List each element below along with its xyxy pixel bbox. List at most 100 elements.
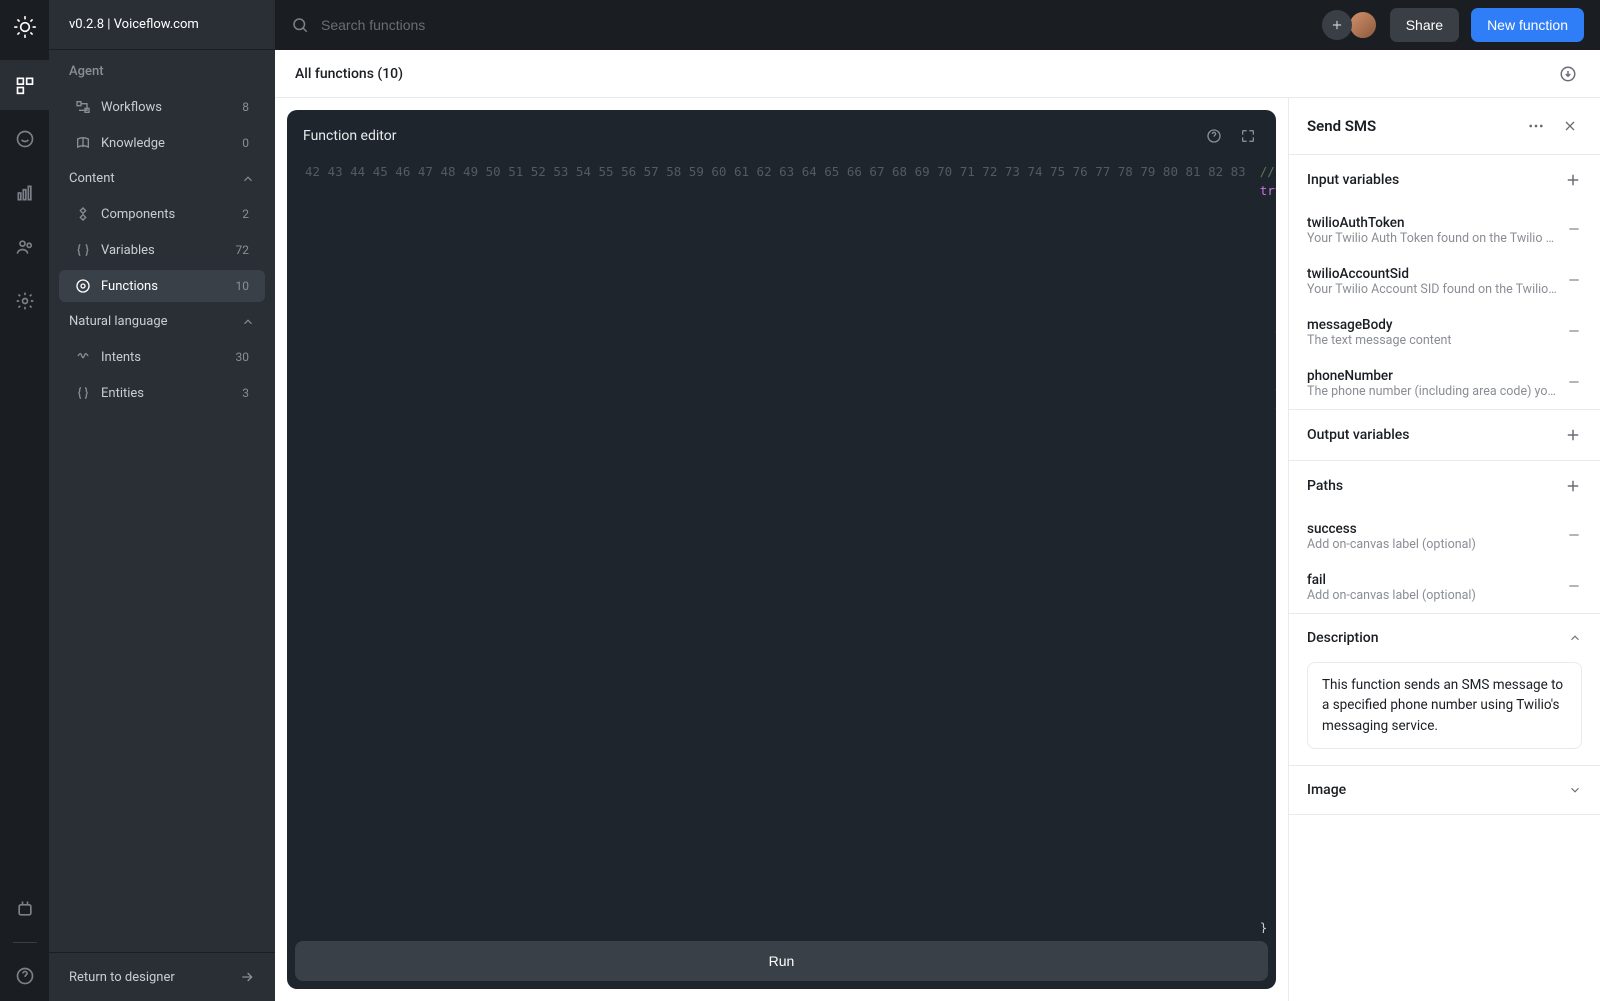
sidebar-item-functions[interactable]: Functions 10 xyxy=(59,270,265,302)
components-icon xyxy=(75,206,91,222)
expand-icon[interactable] xyxy=(1236,124,1260,148)
add-path-button[interactable] xyxy=(1564,477,1582,495)
download-icon[interactable] xyxy=(1556,62,1580,86)
rail-analytics[interactable] xyxy=(0,168,49,218)
chevron-up-icon xyxy=(241,315,255,329)
paths-title: Paths xyxy=(1307,478,1343,494)
content-header: All functions (10) xyxy=(275,50,1600,98)
rail-help[interactable] xyxy=(0,951,49,1001)
app-logo xyxy=(12,14,38,40)
path-row[interactable]: successAdd on-canvas label (optional) xyxy=(1289,511,1600,562)
sidebar-item-variables[interactable]: Variables 72 xyxy=(59,234,265,266)
input-var-row[interactable]: twilioAccountSidYour Twilio Account SID … xyxy=(1289,256,1600,307)
input-var-row[interactable]: phoneNumberThe phone number (including a… xyxy=(1289,358,1600,409)
sidebar-item-workflows[interactable]: Workflows 8 xyxy=(59,91,265,123)
sidebar-count: 30 xyxy=(236,350,250,364)
input-var-row[interactable]: twilioAuthTokenYour Twilio Auth Token fo… xyxy=(1289,205,1600,256)
sidebar-nl-header[interactable]: Natural language xyxy=(49,304,275,339)
rail-designer[interactable] xyxy=(0,60,49,110)
sidebar-label: Knowledge xyxy=(101,136,232,151)
input-var-name: twilioAuthToken xyxy=(1307,215,1558,231)
description-header[interactable]: Description xyxy=(1289,614,1600,662)
sidebar-count: 10 xyxy=(236,279,250,293)
editor-header: Function editor xyxy=(287,110,1276,162)
input-var-sub: Your Twilio Auth Token found on the Twil… xyxy=(1307,231,1558,246)
input-var-sub: The phone number (including area code) y… xyxy=(1307,384,1558,399)
sidebar-label: Intents xyxy=(101,350,226,365)
entities-icon xyxy=(75,385,91,401)
icon-rail xyxy=(0,0,49,1001)
editor-column: Function editor 42 43 44 45 46 47 48 49 … xyxy=(275,98,1288,1001)
rail-chat[interactable] xyxy=(0,114,49,164)
sidebar-item-components[interactable]: Components 2 xyxy=(59,198,265,230)
add-member-button[interactable] xyxy=(1322,10,1352,40)
app-version-title: v0.2.8 | Voiceflow.com xyxy=(49,0,275,50)
sidebar-label: Workflows xyxy=(101,100,232,115)
all-functions-title: All functions (10) xyxy=(295,66,403,82)
more-icon[interactable] xyxy=(1524,114,1548,138)
run-button[interactable]: Run xyxy=(295,941,1268,981)
paths-header: Paths xyxy=(1289,461,1600,511)
rail-team[interactable] xyxy=(0,222,49,272)
line-gutter: 42 43 44 45 46 47 48 49 50 51 52 53 54 5… xyxy=(287,162,1260,933)
remove-input-icon[interactable] xyxy=(1566,323,1582,343)
path-name: fail xyxy=(1307,572,1558,588)
input-vars-header: Input variables xyxy=(1289,155,1600,205)
workflow-icon xyxy=(75,99,91,115)
code-lines: // Send the SMS message using Twilio's A… xyxy=(1260,162,1276,933)
chevron-down-icon xyxy=(1568,783,1582,797)
share-button[interactable]: Share xyxy=(1390,8,1459,42)
sidebar-item-intents[interactable]: Intents 30 xyxy=(59,341,265,373)
remove-path-icon[interactable] xyxy=(1566,527,1582,547)
sidebar-count: 0 xyxy=(242,136,249,150)
add-input-var-button[interactable] xyxy=(1564,171,1582,189)
intents-icon xyxy=(75,349,91,365)
path-name: success xyxy=(1307,521,1558,537)
sidebar-count: 8 xyxy=(242,100,249,114)
sidebar-item-knowledge[interactable]: Knowledge 0 xyxy=(59,127,265,159)
return-label: Return to designer xyxy=(69,970,175,985)
input-var-name: phoneNumber xyxy=(1307,368,1558,384)
close-icon[interactable] xyxy=(1558,114,1582,138)
path-sub: Add on-canvas label (optional) xyxy=(1307,588,1558,603)
description-text[interactable]: This function sends an SMS message to a … xyxy=(1307,662,1582,749)
remove-path-icon[interactable] xyxy=(1566,578,1582,598)
editor-title: Function editor xyxy=(303,128,1192,144)
user-avatar[interactable] xyxy=(1348,10,1378,40)
sidebar-item-entities[interactable]: Entities 3 xyxy=(59,377,265,409)
avatar-group xyxy=(1322,10,1378,40)
sidebar-nl-title: Natural language xyxy=(69,314,168,329)
input-var-name: twilioAccountSid xyxy=(1307,266,1558,282)
sidebar-count: 72 xyxy=(236,243,250,257)
return-to-designer[interactable]: Return to designer xyxy=(49,952,275,1001)
chevron-up-icon xyxy=(1568,631,1582,645)
add-output-var-button[interactable] xyxy=(1564,426,1582,444)
sidebar-label: Variables xyxy=(101,243,226,258)
panel-header: Send SMS xyxy=(1289,98,1600,154)
input-var-row[interactable]: messageBodyThe text message content xyxy=(1289,307,1600,358)
editor-panel: Function editor 42 43 44 45 46 47 48 49 … xyxy=(287,110,1276,989)
image-title: Image xyxy=(1307,782,1346,798)
input-var-sub: Your Twilio Account SID found on the Twi… xyxy=(1307,282,1558,297)
remove-input-icon[interactable] xyxy=(1566,272,1582,292)
workspace: Function editor 42 43 44 45 46 47 48 49 … xyxy=(275,98,1600,1001)
rail-settings[interactable] xyxy=(0,276,49,326)
path-row[interactable]: failAdd on-canvas label (optional) xyxy=(1289,562,1600,613)
rail-ai[interactable] xyxy=(0,884,49,934)
input-vars-title: Input variables xyxy=(1307,172,1399,188)
code-area[interactable]: 42 43 44 45 46 47 48 49 50 51 52 53 54 5… xyxy=(287,162,1276,933)
sidebar-content-header[interactable]: Content xyxy=(49,161,275,196)
sidebar-label: Entities xyxy=(101,386,232,401)
input-var-sub: The text message content xyxy=(1307,333,1558,348)
topbar: Share New function xyxy=(275,0,1600,50)
remove-input-icon[interactable] xyxy=(1566,221,1582,241)
new-function-button[interactable]: New function xyxy=(1471,8,1584,42)
search-input[interactable] xyxy=(321,17,1310,33)
help-icon[interactable] xyxy=(1202,124,1226,148)
sidebar-count: 2 xyxy=(242,207,249,221)
image-header[interactable]: Image xyxy=(1289,766,1600,814)
sidebar-agent-title: Agent xyxy=(49,50,275,89)
remove-input-icon[interactable] xyxy=(1566,374,1582,394)
knowledge-icon xyxy=(75,135,91,151)
chevron-up-icon xyxy=(241,172,255,186)
